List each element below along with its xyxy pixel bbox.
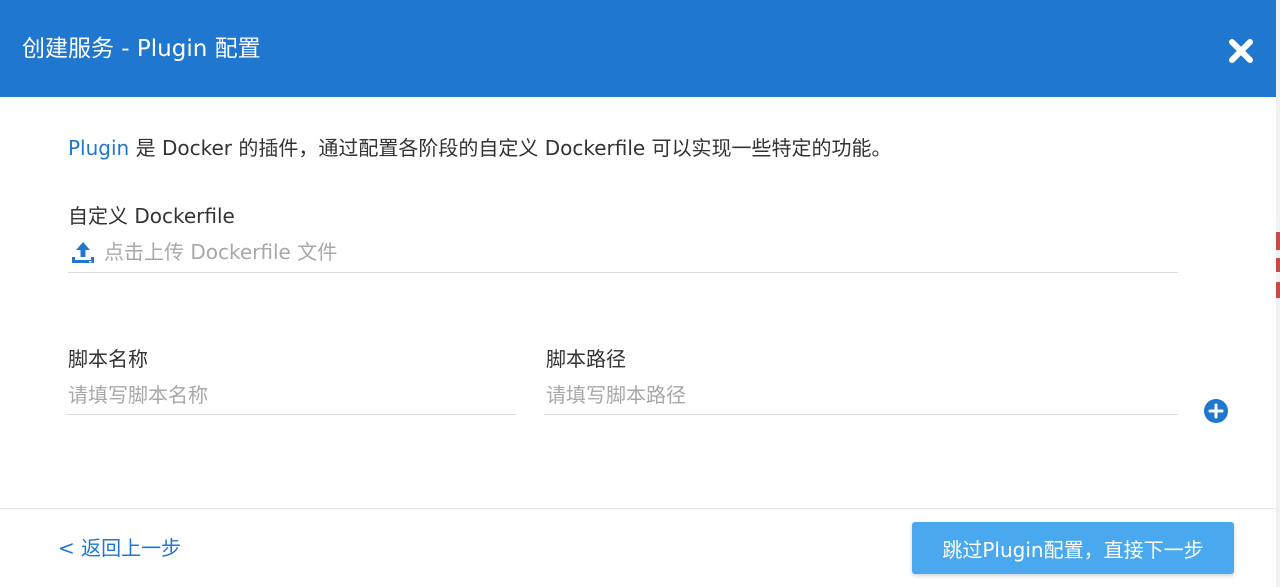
script-path-input[interactable]: [544, 375, 1178, 415]
skip-plugin-button[interactable]: 跳过Plugin配置，直接下一步: [912, 522, 1234, 574]
intro-description: 是 Docker 的插件，通过配置各阶段的自定义 Dockerfile 可以实现…: [129, 136, 892, 160]
plugin-link[interactable]: Plugin: [68, 136, 129, 160]
back-button[interactable]: < 返回上一步: [58, 534, 181, 562]
plugin-config-dialog: 创建服务 - Plugin 配置 Plugin 是 Docker 的插件，通过配…: [0, 0, 1276, 587]
dialog-header: 创建服务 - Plugin 配置: [0, 0, 1276, 97]
background-mark: [1276, 232, 1280, 250]
background-mark: [1276, 282, 1280, 298]
close-icon[interactable]: [1226, 36, 1256, 66]
plus-circle-icon[interactable]: [1203, 398, 1229, 424]
background-mark: [1276, 258, 1280, 272]
background-page-edge: [1276, 0, 1280, 587]
script-name-label: 脚本名称: [68, 347, 148, 371]
script-path-label: 脚本路径: [546, 347, 626, 371]
dockerfile-label: 自定义 Dockerfile: [68, 204, 235, 228]
footer-divider: [0, 508, 1276, 509]
upload-icon: [72, 242, 94, 263]
intro-text: Plugin 是 Docker 的插件，通过配置各阶段的自定义 Dockerfi…: [68, 134, 892, 162]
script-name-input[interactable]: [66, 375, 516, 415]
dockerfile-upload[interactable]: 点击上传 Dockerfile 文件: [68, 236, 1178, 273]
upload-text: 点击上传 Dockerfile 文件: [104, 240, 338, 264]
dialog-title: 创建服务 - Plugin 配置: [22, 36, 261, 62]
